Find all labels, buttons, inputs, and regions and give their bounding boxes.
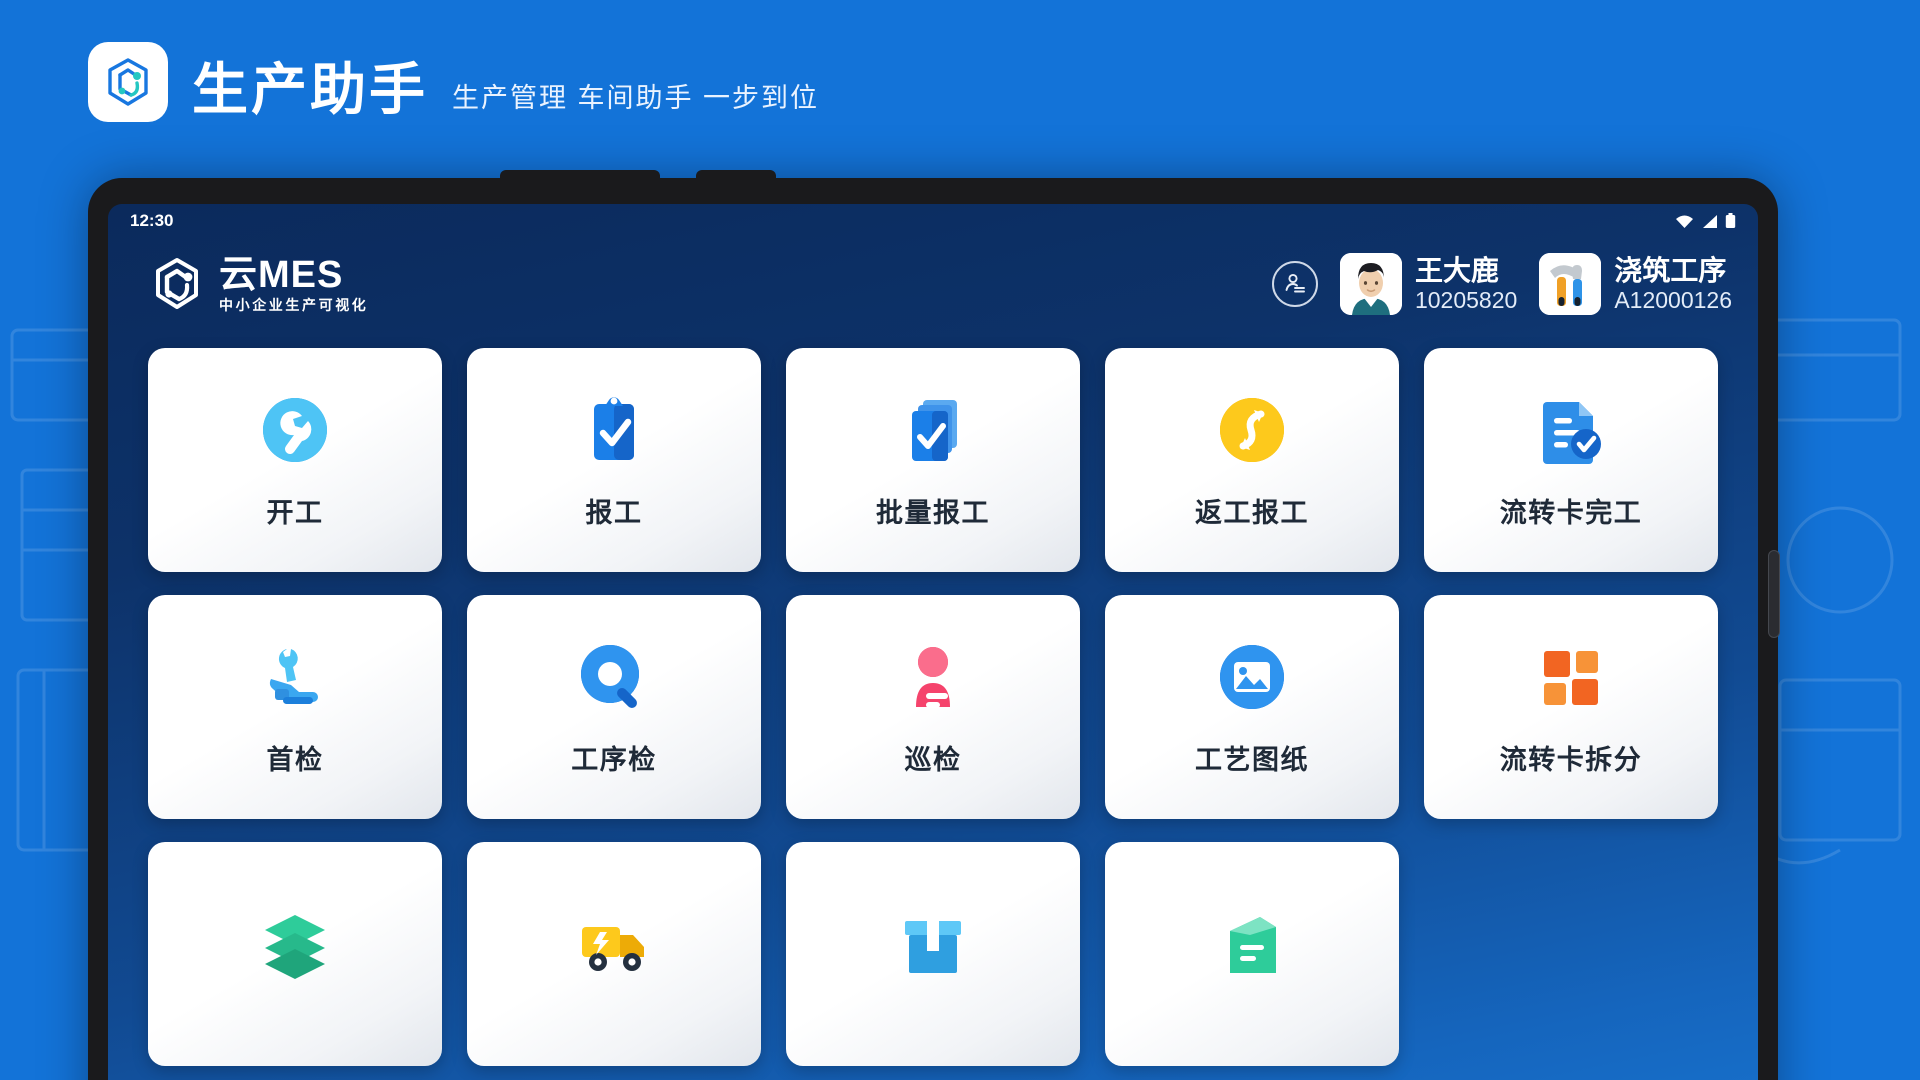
avatar: [1339, 253, 1402, 315]
status-bar: 12:30: [108, 204, 1758, 238]
signal-icon: [1703, 214, 1717, 228]
magnifier-circle-icon: [575, 638, 653, 716]
image-picture-circle-icon: [1213, 638, 1291, 716]
tile-layers[interactable]: [148, 842, 442, 1066]
tile-piliang-baogong[interactable]: 批量报工: [786, 348, 1080, 572]
app-logo[interactable]: 云MES 中小企业生产可视化: [148, 255, 368, 313]
status-bar-indicators: [1675, 213, 1736, 229]
switch-user-icon: [1285, 273, 1305, 293]
four-squares-split-icon: [1532, 638, 1610, 716]
tablet-top-notch-right: [696, 170, 776, 186]
tile-label: 报工: [585, 497, 643, 528]
app-header-right: 王大鹿 10205820 浇筑工序 A12000126: [1271, 253, 1732, 315]
brand-logo: [88, 42, 168, 122]
tile-xunjian[interactable]: 巡检: [786, 595, 1080, 819]
process-icon-box: [1539, 253, 1602, 315]
person-inspect-icon: [894, 638, 972, 716]
tile-label: 流转卡完工: [1499, 497, 1643, 528]
user-id: 10205820: [1414, 287, 1518, 314]
document-check-icon: [1532, 391, 1610, 469]
app-logo-title: 云MES: [219, 254, 344, 296]
tile-kaigong[interactable]: 开工: [148, 348, 442, 572]
brand-subtitle: 生产管理 车间助手 一步到位: [452, 83, 820, 113]
wrench-circle-icon: [256, 391, 334, 469]
battery-icon: [1725, 213, 1736, 228]
tile-label: 流转卡拆分: [1499, 744, 1643, 775]
tile-label: 批量报工: [876, 497, 990, 528]
tile-baogong[interactable]: 报工: [467, 348, 761, 572]
tile-gongyi-tuzhi[interactable]: 工艺图纸: [1105, 595, 1399, 819]
hand-wrench-icon: [256, 638, 334, 716]
clipboard-check-icon: [575, 391, 653, 469]
tile-label: 工序检: [571, 744, 657, 775]
tools-hammer-screwdriver-icon: [1539, 253, 1602, 315]
yunmes-hexagon-icon: [156, 258, 198, 309]
tile-label: 首检: [266, 744, 324, 775]
tile-delivery-truck[interactable]: [467, 842, 761, 1066]
tablet-top-notch-left: [500, 170, 660, 186]
tile-fangong-baogong[interactable]: 返工报工: [1105, 348, 1399, 572]
app-header: 云MES 中小企业生产可视化 王大鹿 10205820 浇筑工序 A120001…: [108, 238, 1758, 330]
delivery-truck-icon: [575, 904, 653, 982]
user-avatar-icon: [1339, 253, 1402, 315]
clipboard-stack-check-icon: [894, 391, 972, 469]
process-id: A12000126: [1614, 287, 1732, 314]
tablet-screen: 12:30 云MES 中小企业生产可视化 王大鹿 10205820 浇筑工序 A…: [108, 204, 1758, 1080]
tablet-device-frame: 12:30 云MES 中小企业生产可视化 王大鹿 10205820 浇筑工序 A…: [88, 170, 1780, 1080]
open-box-icon: [1213, 904, 1291, 982]
tile-liuzhuanka-chaifen[interactable]: 流转卡拆分: [1424, 595, 1718, 819]
tablet-power-button[interactable]: [1768, 550, 1780, 638]
status-bar-time: 12:30: [130, 211, 174, 230]
app-logo-subtitle: 中小企业生产可视化: [219, 297, 369, 313]
box-package-icon: [894, 904, 972, 982]
refresh-arrows-circle-icon: [1213, 391, 1291, 469]
wifi-icon: [1676, 215, 1693, 228]
layers-stack-icon: [256, 904, 334, 982]
current-process-chip[interactable]: 浇筑工序 A12000126: [1539, 253, 1732, 315]
switch-user-button[interactable]: [1271, 261, 1318, 307]
tile-label: 巡检: [904, 744, 962, 775]
tile-gongxujian[interactable]: 工序检: [467, 595, 761, 819]
current-user-chip[interactable]: 王大鹿 10205820: [1339, 253, 1518, 315]
tile-label: 返工报工: [1195, 497, 1309, 528]
tile-open-box[interactable]: [1105, 842, 1399, 1066]
tile-label: 开工: [266, 497, 324, 528]
app-tile-grid: 开工 报工 批量报工 返工报工 流转卡完工 首检 工序检 巡检 工艺图纸 流转卡…: [108, 330, 1758, 1066]
brand-title: 生产助手: [192, 58, 428, 121]
tile-liuzhuanka-wangong[interactable]: 流转卡完工: [1424, 348, 1718, 572]
user-name: 王大鹿: [1414, 254, 1499, 286]
hexagon-cube-logo-icon: [108, 58, 148, 106]
tile-shoujian[interactable]: 首检: [148, 595, 442, 819]
brand-header: 生产助手 生产管理 车间助手 一步到位: [88, 42, 819, 122]
tile-box-package[interactable]: [786, 842, 1080, 1066]
tile-label: 工艺图纸: [1195, 744, 1309, 775]
process-name: 浇筑工序: [1614, 254, 1727, 286]
